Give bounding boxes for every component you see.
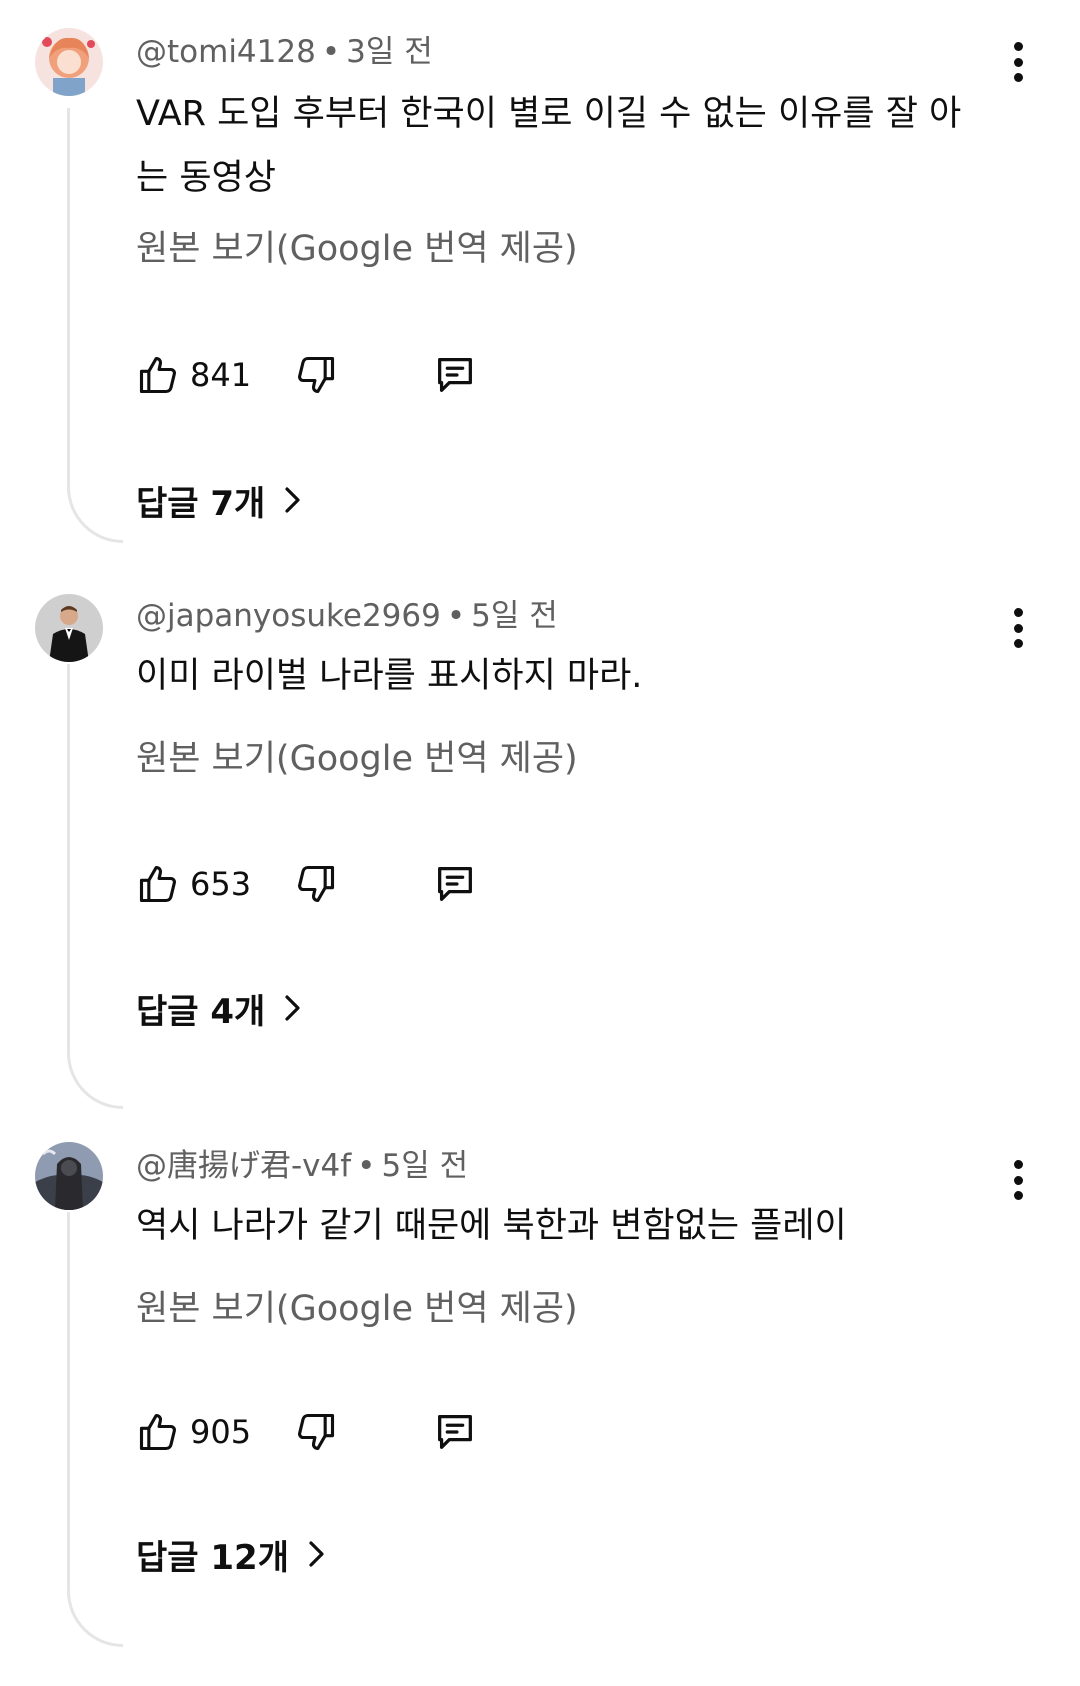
translate-link[interactable]: 원본 보기(Google 번역 제공) [136,1284,578,1334]
like-count: 905 [190,1413,252,1451]
comment-icon [438,1415,472,1449]
thread-line [67,1212,123,1647]
comment-meta: @japanyosuke2969 • 5일 전 [136,594,558,638]
dislike-button[interactable] [294,856,338,912]
thread-line [67,108,123,543]
comment-item: @japanyosuke2969 • 5일 전 이미 라이벌 나라를 표시하지 마라… [0,566,1080,1116]
replies-button[interactable]: 답글 12개 [136,1526,327,1582]
comment-text: VAR 도입 후부터 한국이 별로 이길 수 없는 이유를 잘 아는 동영상 [136,94,962,198]
comment-actions: 905 [136,1404,536,1460]
replies-label: 답글 7개 [136,483,266,524]
comment-item: @tomi4128 • 3일 전 VAR 도입 후부터 한국이 별로 이길 수 없는… [0,0,1080,550]
comment-meta: @tomi4128 • 3일 전 [136,30,433,74]
comment-time: 5일 전 [471,598,558,634]
comment-text: 역시 나라가 같기 때문에 북한과 변함없는 플레이 [136,1206,847,1246]
comment-icon [438,358,472,392]
man-in-suit-avatar[interactable] [35,594,103,662]
comment-author[interactable]: @tomi4128 [136,34,316,70]
chevron-right-icon [281,993,303,1023]
comment-time: 3일 전 [346,34,433,70]
thumbs-up-icon [139,865,176,903]
like-button[interactable]: 653 [136,856,251,912]
translate-link[interactable]: 원본 보기(Google 번역 제공) [136,734,578,784]
reply-button[interactable] [432,347,478,403]
anime-avatar[interactable] [35,28,103,96]
comment-actions: 841 [136,347,536,403]
comment-icon [438,867,472,901]
thumbs-down-icon [298,356,335,394]
translate-link[interactable]: 원본 보기(Google 번역 제공) [136,224,578,274]
like-count: 653 [190,865,252,903]
replies-button[interactable]: 답글 4개 [136,980,303,1036]
replies-button[interactable]: 답글 7개 [136,472,303,528]
reply-button[interactable] [432,856,478,912]
comment-meta: @唐揚げ君-v4f • 5일 전 [136,1144,468,1188]
thumbs-up-icon [139,1413,176,1451]
more-vertical-icon[interactable] [1000,40,1036,84]
thumbs-down-icon [298,865,335,903]
meta-separator: • [446,598,466,634]
like-button[interactable]: 905 [136,1404,251,1460]
like-count: 841 [190,356,252,394]
comment-text: 이미 라이벌 나라를 표시하지 마라. [136,656,643,696]
comment-item: @唐揚げ君-v4f • 5일 전 역시 나라가 같기 때문에 북한과 변함없는 플레… [0,1116,1080,1666]
more-vertical-icon[interactable] [1000,1158,1036,1202]
replies-label: 답글 4개 [136,991,266,1032]
meta-separator: • [357,1148,376,1184]
thread-line [67,664,123,1109]
comment-actions: 653 [136,856,536,912]
dislike-button[interactable] [294,347,338,403]
reply-button[interactable] [432,1404,478,1460]
chevron-right-icon [305,1539,327,1569]
thumbs-up-icon [139,356,176,394]
replies-label: 답글 12개 [136,1537,289,1578]
thumbs-down-icon [298,1413,335,1451]
dark-figure-avatar[interactable] [35,1142,103,1210]
meta-separator: • [321,34,341,70]
comment-time: 5일 전 [381,1148,469,1184]
dislike-button[interactable] [294,1404,338,1460]
chevron-right-icon [281,485,303,515]
like-button[interactable]: 841 [136,347,251,403]
comment-author[interactable]: @唐揚げ君-v4f [136,1148,351,1184]
more-vertical-icon[interactable] [1000,606,1036,650]
comment-author[interactable]: @japanyosuke2969 [136,598,441,634]
